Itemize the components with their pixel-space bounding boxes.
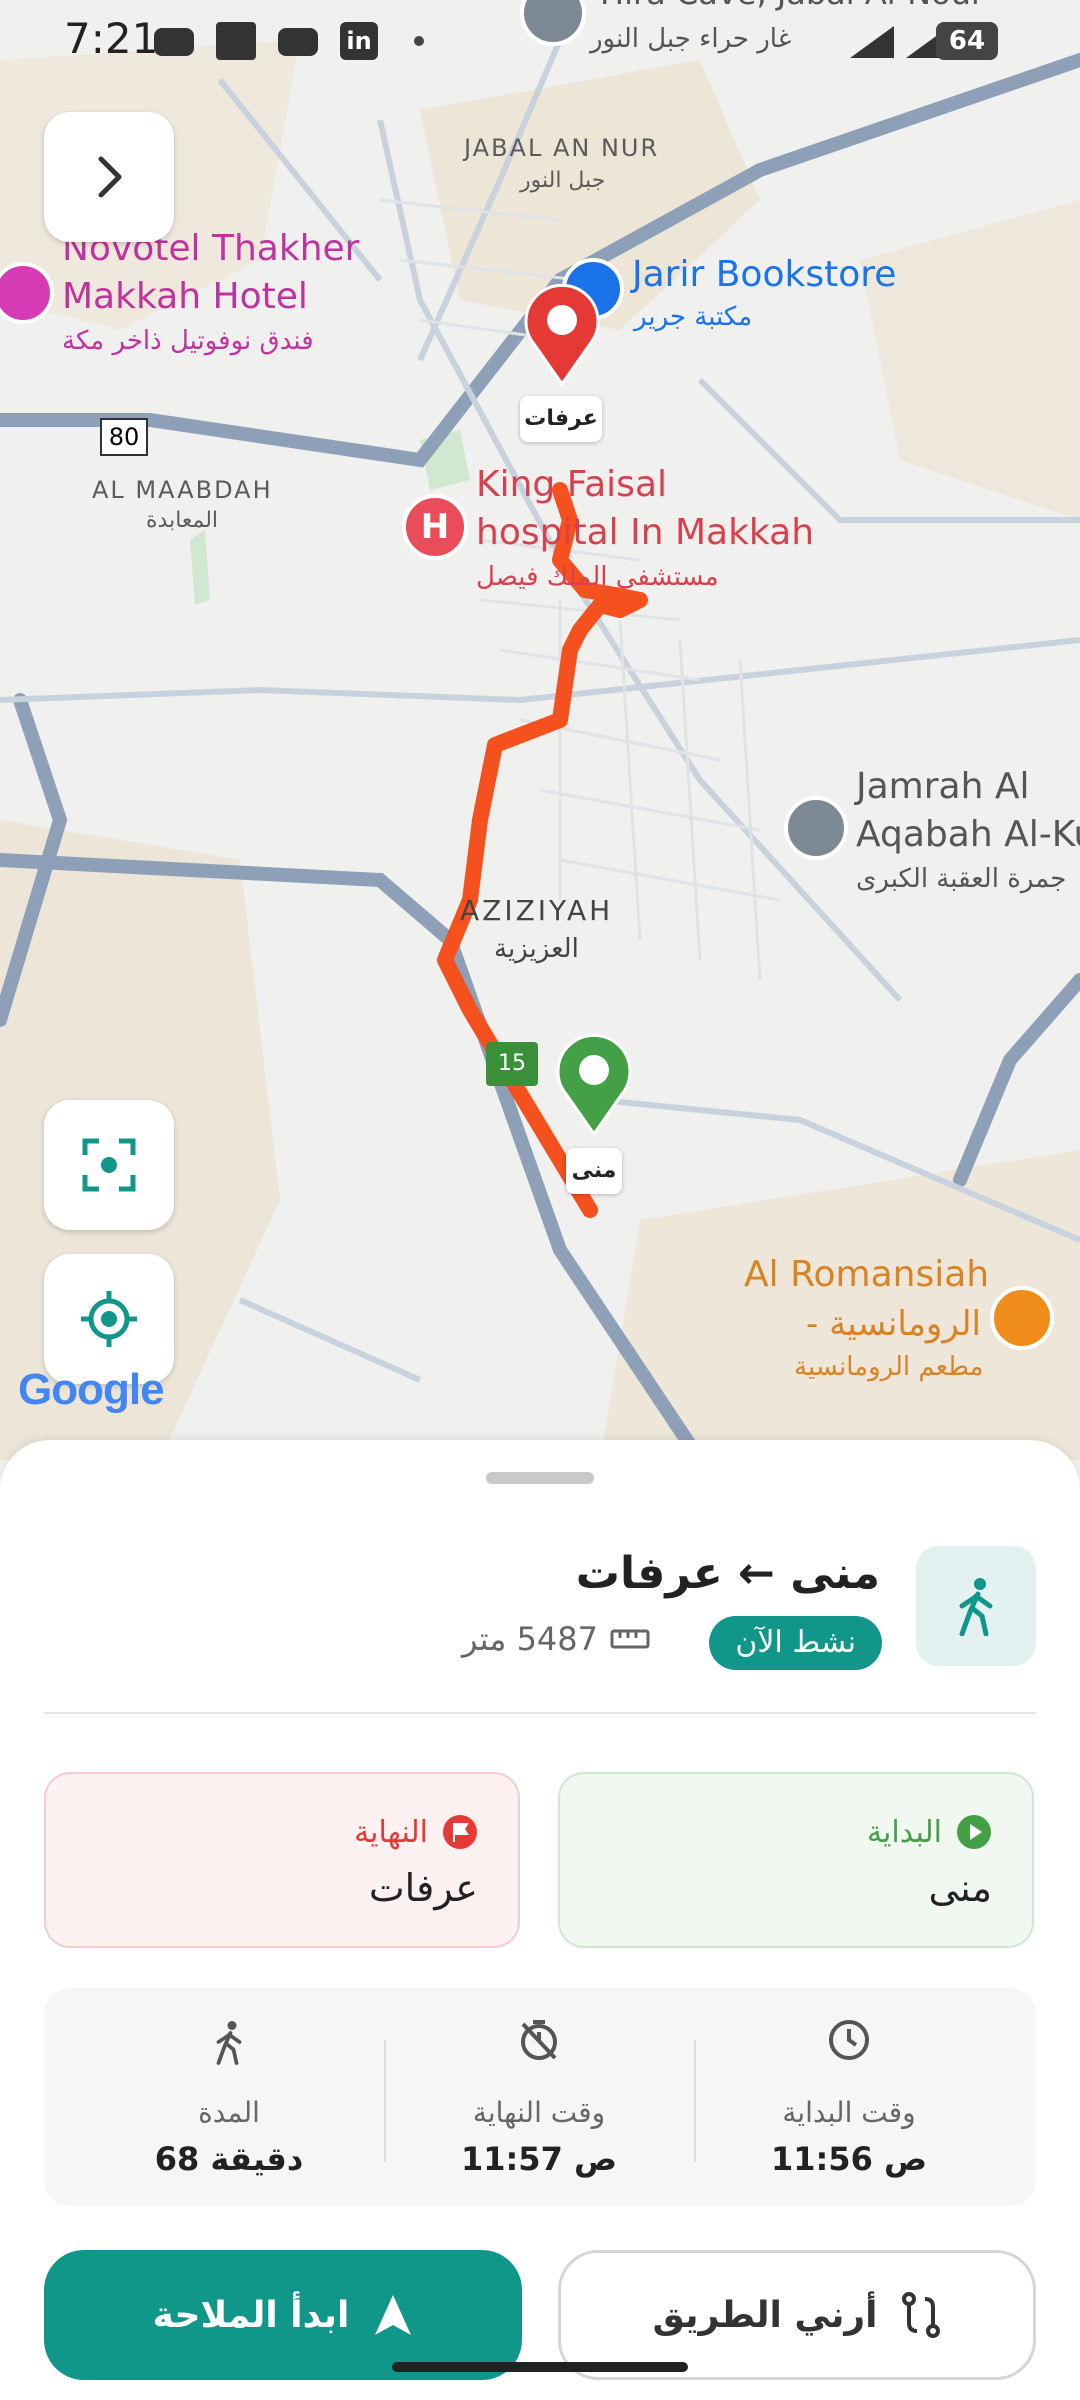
map-label-jamrah-ar: جمرة العقبة الكبرى <box>856 864 1067 894</box>
play-circle-icon <box>957 1815 991 1849</box>
stat-start-time-label: وقت البداية <box>782 2096 916 2129</box>
map-label-romansiah[interactable]: Al Romansiah <box>744 1254 989 1295</box>
divider <box>44 1712 1036 1714</box>
dot-icon <box>414 36 424 46</box>
map-label-aziziyah: AZIZIYAH <box>460 894 614 927</box>
sheet-drag-handle[interactable] <box>486 1472 594 1484</box>
walking-icon <box>959 1578 993 1636</box>
flag-circle-icon <box>443 1815 477 1849</box>
youtube-icon <box>278 28 318 56</box>
landmark-poi-icon[interactable] <box>784 796 848 860</box>
stat-duration-label: المدة <box>198 2096 260 2129</box>
map-label-jarir[interactable]: Jarir Bookstore <box>632 254 896 295</box>
stat-end-time-value: 11:57 ص <box>460 2140 618 2178</box>
route-title: منى ← عرفات <box>575 1548 880 1599</box>
restaurant-poi-icon[interactable] <box>990 1286 1054 1350</box>
show-route-label: أرني الطريق <box>652 2294 878 2336</box>
trip-stats-panel: وقت البداية 11:56 ص وقت النهاية 11:57 ص … <box>44 1988 1036 2206</box>
stat-start-time: وقت البداية 11:56 ص <box>694 1988 1004 2206</box>
divider <box>694 2040 696 2162</box>
crosshair-icon <box>81 1291 137 1347</box>
stat-duration: المدة 68 دقيقة <box>74 1988 384 2206</box>
timer-off-icon <box>521 2020 557 2060</box>
end-card-label: النهاية <box>354 1814 428 1850</box>
battery-icon: 64 <box>936 22 998 60</box>
map-label-jamrah[interactable]: Jamrah Al <box>856 766 1030 807</box>
ruler-icon <box>610 1629 650 1649</box>
hospital-poi-icon[interactable]: H <box>402 494 468 560</box>
square-icon <box>216 22 256 60</box>
start-pin-label: منى <box>566 1148 622 1194</box>
road-80-shield: 80 <box>100 418 148 456</box>
end-pin-label: عرفات <box>520 396 602 442</box>
end-point-card[interactable]: النهاية عرفات <box>44 1772 520 1948</box>
start-card-label: البداية <box>866 1814 942 1850</box>
status-badge: نشط الآن <box>709 1616 882 1670</box>
end-pin-icon[interactable] <box>520 280 604 388</box>
chevron-right-icon <box>98 156 122 198</box>
end-card-header: النهاية <box>354 1814 478 1850</box>
clock-icon <box>829 2020 869 2060</box>
map-view[interactable]: 7:21 in 64 Hira Cave, Jabal Al-Nour غار … <box>0 0 1080 1460</box>
end-card-value: عرفات <box>368 1866 478 1910</box>
start-navigation-button[interactable]: ابدأ الملاحة <box>44 2250 522 2380</box>
focus-frame-icon <box>82 1138 136 1192</box>
stat-end-time: وقت النهاية 11:57 ص <box>384 1988 694 2206</box>
map-label-jarir-ar: مكتبة جرير <box>634 302 753 332</box>
youtube-icon <box>154 28 194 56</box>
google-logo: Google <box>18 1365 165 1414</box>
navigation-arrow-icon <box>375 2295 412 2335</box>
walking-mode-icon-box <box>916 1546 1036 1666</box>
walking-icon <box>216 2021 242 2065</box>
status-time: 7:21 <box>64 14 159 63</box>
map-label-king-faisal[interactable]: King Faisal <box>476 464 667 505</box>
stat-start-time-value: 11:56 ص <box>770 2140 928 2178</box>
start-point-card[interactable]: البداية منى <box>558 1772 1034 1948</box>
map-label-king-faisal-2: hospital In Makkah <box>476 512 815 553</box>
map-label-hira-cave-ar: غار حراء جبل النور <box>590 24 792 54</box>
start-card-header: البداية <box>867 1814 992 1850</box>
map-label-romansiah-2: - الرومانسية <box>806 1304 981 1344</box>
start-card-value: منى <box>928 1866 993 1910</box>
map-label-jabal-an-nur: JABAL AN NUR <box>464 134 660 162</box>
show-route-button[interactable]: أرني الطريق <box>558 2250 1036 2380</box>
map-label-romansiah-ar: مطعم الرومانسية <box>794 1352 984 1382</box>
map-label-novotel-ar: فندق نوفوتيل ذاخر مكة <box>62 326 314 356</box>
map-label-aziziyah-ar: العزيزية <box>494 934 579 964</box>
road-15-shield: 15 <box>486 1042 538 1086</box>
map-label-al-maabdah: AL MAABDAH <box>92 476 273 504</box>
route-details-sheet: منى ← عرفات نشط الآن 5487 متر البداية من… <box>0 1440 1080 2400</box>
map-label-jabal-an-nur-ar: جبل النور <box>520 168 606 193</box>
start-pin-icon[interactable] <box>552 1030 636 1138</box>
fit-route-button[interactable] <box>44 1100 174 1230</box>
divider <box>384 2040 386 2162</box>
linkedin-icon: in <box>340 22 378 60</box>
distance-readout: 5487 متر <box>462 1620 650 1658</box>
stat-duration-value: 68 دقيقة <box>154 2140 304 2178</box>
map-label-al-maabdah-ar: المعابدة <box>146 508 219 533</box>
stat-end-time-label: وقت النهاية <box>472 2096 606 2129</box>
start-navigation-label: ابدأ الملاحة <box>152 2294 350 2336</box>
map-label-hira-cave[interactable]: Hira Cave, Jabal Al-Nour <box>600 0 984 12</box>
route-icon <box>902 2292 941 2338</box>
home-indicator[interactable] <box>392 2362 688 2372</box>
map-label-novotel-2: Makkah Hotel <box>62 276 308 317</box>
map-label-jamrah-2: Aqabah Al-Ku <box>856 814 1080 855</box>
map-label-king-faisal-ar: مستشفى الملك فيصل <box>476 562 719 592</box>
distance-value: 5487 متر <box>461 1620 598 1658</box>
expand-panel-button[interactable] <box>44 112 174 242</box>
